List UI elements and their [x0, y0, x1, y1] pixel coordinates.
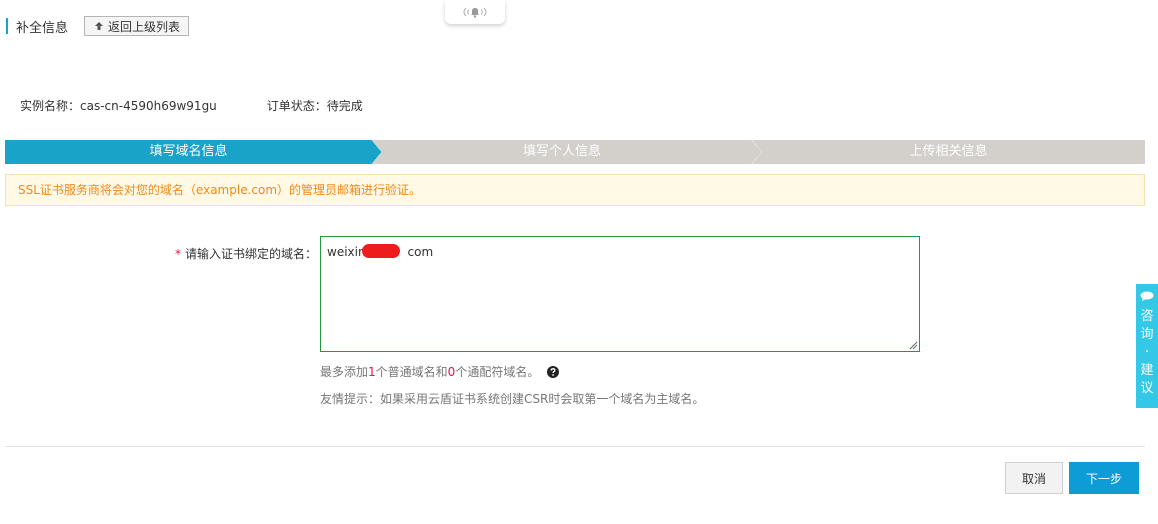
page-title: 补全信息 — [16, 20, 69, 36]
domain-label-text: 请输入证书绑定的域名： — [185, 247, 318, 261]
back-button-label: 返回上级列表 — [108, 19, 181, 34]
upload-arrow-icon — [95, 21, 104, 31]
required-mark: * — [175, 247, 181, 261]
resize-grip-icon[interactable] — [908, 340, 918, 350]
progress-steps: 填写域名信息 填写个人信息 上传相关信息 — [5, 140, 1145, 164]
chat-icon — [1140, 290, 1154, 304]
step-2-label: 填写个人信息 — [522, 144, 601, 159]
page-header: 补全信息 返回上级列表 — [6, 16, 190, 36]
notification-tab[interactable] — [445, 0, 505, 24]
redaction-mark — [362, 244, 400, 258]
next-step-button[interactable]: 下一步 — [1069, 462, 1139, 494]
consult-feedback-tab[interactable]: 咨询·建议 — [1136, 284, 1158, 408]
footer-divider — [5, 446, 1145, 447]
order-meta: 实例名称：cas-cn-4590h69w91gu 订单状态：待完成 — [20, 97, 413, 114]
wildcard-domain-count: 0 — [447, 364, 456, 379]
step-1-label: 填写域名信息 — [149, 144, 228, 159]
back-to-list-button[interactable]: 返回上级列表 — [84, 16, 190, 36]
domain-textarea[interactable]: weixin. com — [320, 236, 920, 352]
title-accent-bar — [6, 18, 8, 34]
instance-name: 实例名称：cas-cn-4590h69w91gu — [20, 99, 217, 113]
cancel-button[interactable]: 取消 — [1005, 462, 1063, 494]
domain-limit-hint: 最多添加 1 个普通域名和 0 个通配符域名。 — [320, 363, 560, 380]
verification-notice: SSL证书服务商将会对您的域名（example.com）的管理员邮箱进行验证。 — [5, 174, 1145, 206]
consult-label: 咨询·建议 — [1140, 309, 1154, 396]
broadcast-bell-icon — [463, 7, 487, 18]
hint-mid: 个普通域名和 — [375, 365, 448, 379]
step-3-label: 上传相关信息 — [909, 144, 988, 159]
friendly-tip: 友情提示：如果采用云盾证书系统创建CSR时会取第一个域名为主域名。 — [320, 392, 705, 406]
domain-field-label: * 请输入证书绑定的域名： — [175, 245, 317, 262]
order-status: 订单状态：待完成 — [266, 99, 363, 113]
normal-domain-count: 1 — [368, 364, 376, 379]
hint-suffix: 个通配符域名。 — [455, 365, 540, 379]
hint-prefix: 最多添加 — [320, 365, 369, 379]
question-circle-icon[interactable] — [547, 365, 560, 378]
